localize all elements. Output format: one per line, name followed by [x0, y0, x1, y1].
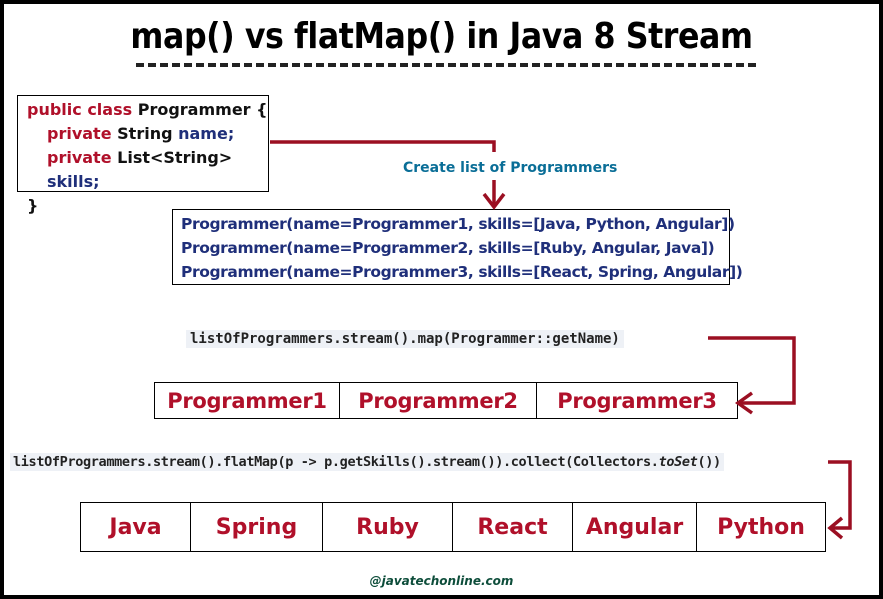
flatmap-result-cell: Spring — [191, 503, 323, 551]
class-line-2: private String name; — [47, 124, 235, 143]
map-code-snippet: listOfProgrammers.stream().map(Programme… — [186, 330, 624, 348]
class-line-1: public class Programmer { — [27, 100, 268, 119]
flatmap-result-cell: Angular — [573, 503, 697, 551]
create-list-label: Create list of Programmers — [403, 160, 618, 176]
programmers-list-box: Programmer(name=Programmer1, skills=[Jav… — [172, 209, 743, 285]
watermark: @javatechonline.com — [369, 574, 514, 588]
map-result-cell: Programmer3 — [557, 388, 717, 413]
page-title: map() vs flatMap() in Java 8 Stream — [130, 16, 753, 57]
map-result-row: Programmer1 Programmer2 Programmer3 — [154, 382, 738, 419]
map-result-cell: Programmer1 — [155, 383, 340, 418]
flatmap-result-row: Java Spring Ruby React Angular Python — [80, 502, 826, 552]
programmer-entry: Programmer(name=Programmer2, skills=[Rub… — [181, 239, 715, 257]
programmer-entry: Programmer(name=Programmer3, skills=[Rea… — [181, 263, 743, 281]
flatmap-code-snippet: listOfProgrammers.stream().flatMap(p -> … — [10, 453, 724, 471]
flatmap-result-cell: React — [453, 503, 573, 551]
title-underline — [136, 63, 756, 67]
flatmap-result-cell: Java — [81, 503, 191, 551]
map-result-cell: Programmer2 — [340, 383, 537, 418]
class-line-3: private List<String> skills; — [47, 148, 233, 191]
flatmap-result-cell: Ruby — [323, 503, 453, 551]
flatmap-result-cell: Python — [717, 514, 805, 540]
programmer-entry: Programmer(name=Programmer1, skills=[Jav… — [181, 215, 735, 233]
class-definition-box: public class Programmer { private String… — [17, 95, 269, 215]
